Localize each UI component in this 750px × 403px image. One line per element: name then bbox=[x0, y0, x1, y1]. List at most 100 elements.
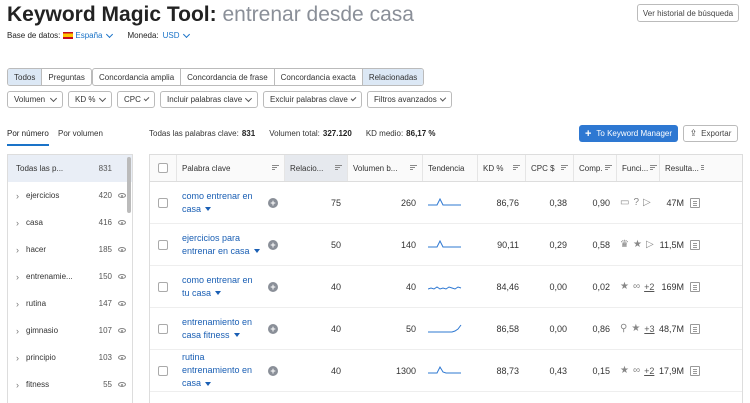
serp-results-icon[interactable] bbox=[690, 239, 700, 250]
sidebar-item[interactable]: Todas las p... 831 bbox=[8, 155, 132, 182]
chevron-right-icon[interactable]: › bbox=[16, 191, 19, 201]
sort-icon[interactable] bbox=[513, 165, 520, 171]
filter-include[interactable]: Incluir palabras clave bbox=[160, 91, 258, 108]
filter-cpc[interactable]: CPC bbox=[117, 91, 155, 108]
eye-icon[interactable] bbox=[118, 247, 126, 252]
col-cpc[interactable]: CPC $ bbox=[525, 155, 573, 181]
history-button[interactable]: Ver historial de búsqueda bbox=[637, 4, 739, 22]
row-checkbox[interactable] bbox=[158, 197, 168, 208]
trend-sparkline bbox=[428, 197, 461, 205]
sidebar-item[interactable]: › gimnasio 107 bbox=[8, 317, 132, 344]
chevron-right-icon[interactable]: › bbox=[16, 353, 19, 363]
sort-icon[interactable] bbox=[410, 165, 417, 171]
keyword-dropdown-icon[interactable] bbox=[205, 381, 212, 386]
sort-by-volume[interactable]: Por volumen bbox=[58, 129, 103, 138]
sort-by-number[interactable]: Por número bbox=[7, 129, 49, 146]
add-keyword-icon[interactable]: + bbox=[268, 197, 278, 208]
sidebar-scrollbar[interactable] bbox=[127, 157, 131, 213]
more-features-link[interactable]: +2 bbox=[644, 366, 654, 376]
eye-icon[interactable] bbox=[118, 220, 126, 225]
sort-icon[interactable] bbox=[272, 165, 279, 171]
kd-cell: 88,73 bbox=[496, 365, 519, 376]
keyword-link[interactable]: como entrenar en tu casa bbox=[182, 274, 253, 300]
filter-advanced[interactable]: Filtros avanzados bbox=[367, 91, 452, 108]
sort-icon[interactable] bbox=[335, 165, 342, 171]
eye-icon[interactable] bbox=[118, 274, 126, 279]
sort-icon[interactable] bbox=[650, 165, 658, 171]
db-label: Base de datos: bbox=[7, 31, 61, 40]
keyword-dropdown-icon[interactable] bbox=[253, 249, 260, 254]
col-kd[interactable]: KD % bbox=[477, 155, 525, 181]
add-keyword-icon[interactable]: + bbox=[268, 365, 278, 376]
sort-icon[interactable] bbox=[604, 165, 612, 171]
eye-icon[interactable] bbox=[118, 328, 126, 333]
select-all-checkbox[interactable] bbox=[158, 163, 168, 173]
eye-icon[interactable] bbox=[118, 301, 126, 306]
row-checkbox[interactable] bbox=[158, 281, 168, 292]
row-checkbox[interactable] bbox=[158, 239, 168, 250]
sidebar-item[interactable]: › casa 416 bbox=[8, 209, 132, 236]
keyword-dropdown-icon[interactable] bbox=[215, 291, 222, 296]
sidebar-item[interactable]: › entrenamie... 150 bbox=[8, 263, 132, 290]
tab-related[interactable]: Relacionadas bbox=[361, 69, 424, 85]
chevron-right-icon[interactable]: › bbox=[16, 299, 19, 309]
tool-name: Keyword Magic Tool: bbox=[7, 3, 217, 26]
chevron-right-icon[interactable]: › bbox=[16, 380, 19, 390]
chevron-right-icon[interactable]: › bbox=[16, 245, 19, 255]
chevron-right-icon[interactable]: › bbox=[16, 326, 19, 336]
tab-preguntas[interactable]: Preguntas bbox=[41, 69, 90, 85]
trend-line bbox=[428, 365, 461, 373]
chevron-right-icon[interactable]: › bbox=[16, 218, 19, 228]
eye-icon[interactable] bbox=[118, 193, 126, 198]
currency-select[interactable]: USD bbox=[163, 30, 190, 40]
col-comp[interactable]: Comp. bbox=[573, 155, 616, 181]
filter-kd[interactable]: KD % bbox=[68, 91, 112, 108]
add-keyword-icon[interactable]: + bbox=[268, 239, 278, 250]
tab-phrase[interactable]: Concordancia de frase bbox=[180, 69, 274, 85]
sort-icon[interactable] bbox=[700, 165, 704, 171]
serp-results-icon[interactable] bbox=[690, 197, 700, 208]
col-volume[interactable]: Volumen b... bbox=[347, 155, 422, 181]
serp-features: ★ ∞ +2 bbox=[620, 281, 654, 292]
row-checkbox[interactable] bbox=[158, 323, 168, 334]
more-features-link[interactable]: +2 bbox=[644, 282, 654, 292]
sidebar-item[interactable]: › principio 103 bbox=[8, 344, 132, 371]
sidebar-item[interactable]: › hacer 185 bbox=[8, 236, 132, 263]
eye-icon[interactable] bbox=[118, 382, 126, 387]
col-features[interactable]: Funci... bbox=[616, 155, 659, 181]
keyword-link[interactable]: ejercicios para entrenar en casa bbox=[182, 232, 260, 258]
add-keyword-icon[interactable]: + bbox=[268, 281, 278, 292]
sidebar-item[interactable]: › rutina 147 bbox=[8, 290, 132, 317]
col-relevance[interactable]: Relacio... bbox=[284, 155, 347, 181]
play-icon: ▷ bbox=[643, 197, 651, 208]
tab-broad[interactable]: Concordancia amplia bbox=[93, 69, 180, 85]
db-select[interactable]: España bbox=[75, 30, 113, 40]
cpc-cell: 0,38 bbox=[549, 197, 567, 208]
keyword-link[interactable]: como entrenar en casa bbox=[182, 190, 253, 216]
col-keyword[interactable]: Palabra clave bbox=[176, 155, 284, 181]
add-keyword-icon[interactable]: + bbox=[268, 323, 278, 334]
serp-results-icon[interactable] bbox=[690, 281, 700, 292]
row-checkbox-cell bbox=[150, 308, 176, 349]
sidebar-item[interactable]: › fitness 55 bbox=[8, 371, 132, 398]
eye-icon[interactable] bbox=[118, 355, 126, 360]
keyword-dropdown-icon[interactable] bbox=[205, 207, 212, 212]
sidebar-item[interactable]: › ejercicios 420 bbox=[8, 182, 132, 209]
filter-exclude[interactable]: Excluir palabras clave bbox=[263, 91, 362, 108]
keyword-link[interactable]: rutina entrenamiento en casa bbox=[182, 351, 252, 390]
keyword-manager-button[interactable]: + To Keyword Manager bbox=[579, 125, 678, 142]
chevron-right-icon[interactable]: › bbox=[16, 272, 19, 282]
col-results[interactable]: Resulta... bbox=[659, 155, 704, 181]
row-checkbox[interactable] bbox=[158, 365, 168, 376]
serp-results-icon[interactable] bbox=[690, 365, 700, 376]
tab-exact[interactable]: Concordancia exacta bbox=[273, 69, 362, 85]
more-features-link[interactable]: +3 bbox=[644, 324, 654, 334]
serp-results-icon[interactable] bbox=[690, 323, 700, 334]
filter-volume[interactable]: Volumen bbox=[7, 91, 63, 108]
keyword-dropdown-icon[interactable] bbox=[233, 333, 240, 338]
keyword-link[interactable]: entrenamiento en casa fitness bbox=[182, 316, 252, 342]
tab-todos[interactable]: Todos bbox=[8, 69, 42, 85]
sort-icon[interactable] bbox=[561, 165, 568, 171]
export-button[interactable]: ⇪ Exportar bbox=[683, 125, 738, 142]
col-trend[interactable]: Tendencia bbox=[422, 155, 477, 181]
